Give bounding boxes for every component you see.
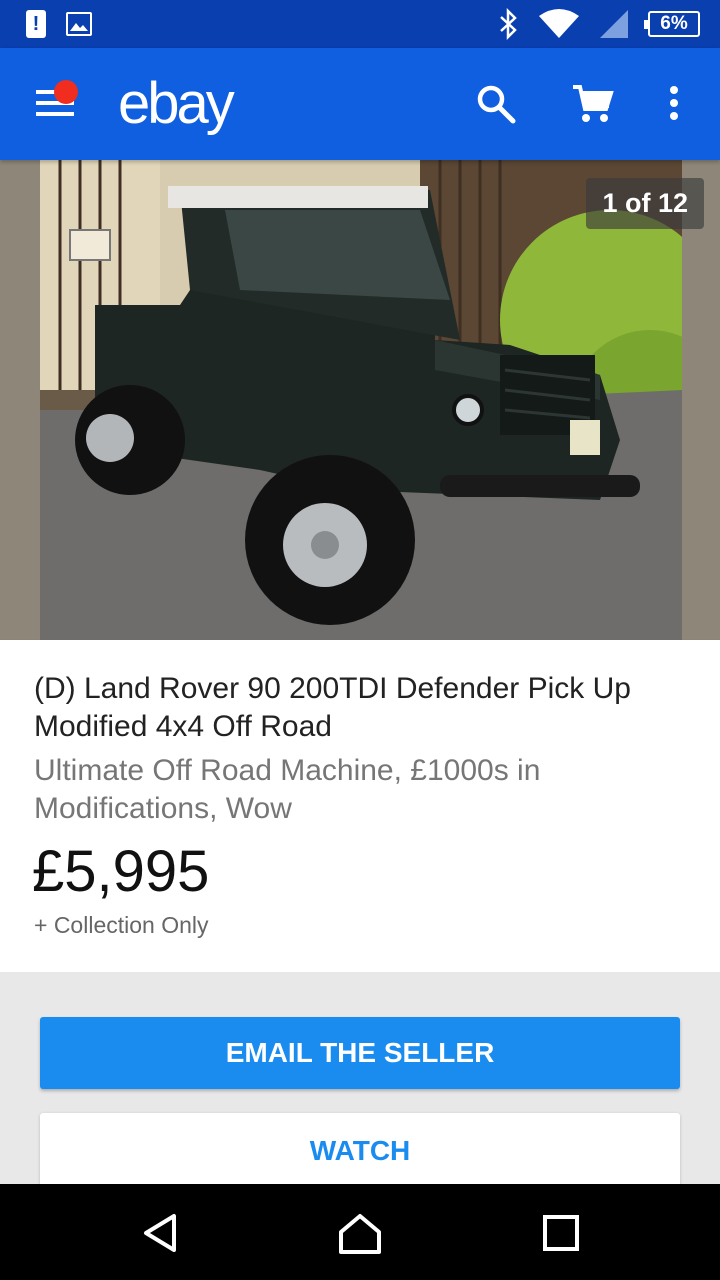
shipping-info: + Collection Only xyxy=(34,912,209,938)
ebay-logo[interactable]: ebay xyxy=(118,70,235,137)
navigation-bar xyxy=(0,1184,720,1280)
image-icon xyxy=(66,12,92,36)
listing-image[interactable]: 1 of 12 xyxy=(0,160,720,640)
more-vert-icon[interactable] xyxy=(654,82,694,126)
search-icon[interactable] xyxy=(474,82,518,126)
listing-details: (D) Land Rover 90 200TDI Defender Pick U… xyxy=(0,640,720,972)
battery-level: 6% xyxy=(660,13,688,34)
recent-apps-icon[interactable] xyxy=(536,1208,586,1258)
bluetooth-icon xyxy=(500,8,517,40)
cart-icon[interactable] xyxy=(570,82,614,126)
watch-button[interactable]: WATCH xyxy=(40,1113,680,1189)
email-seller-button[interactable]: EMAIL THE SELLER xyxy=(40,1017,680,1089)
app-bar: ebay xyxy=(0,48,720,160)
signal-icon xyxy=(600,10,628,38)
notification-dot xyxy=(54,80,78,104)
wifi-icon xyxy=(539,9,579,38)
image-counter: 1 of 12 xyxy=(586,178,704,229)
action-area: EMAIL THE SELLER WATCH xyxy=(0,972,720,1189)
listing-price: £5,995 xyxy=(32,839,210,904)
home-icon[interactable] xyxy=(335,1208,385,1258)
back-icon[interactable] xyxy=(136,1208,186,1258)
status-bar: ! 6% xyxy=(0,0,720,48)
alert-icon: ! xyxy=(26,10,46,38)
battery-icon: 6% xyxy=(644,11,700,37)
listing-subtitle: Ultimate Off Road Machine, £1000s in Mod… xyxy=(34,754,541,825)
vehicle-photo xyxy=(40,160,682,640)
listing-title: (D) Land Rover 90 200TDI Defender Pick U… xyxy=(34,672,631,743)
